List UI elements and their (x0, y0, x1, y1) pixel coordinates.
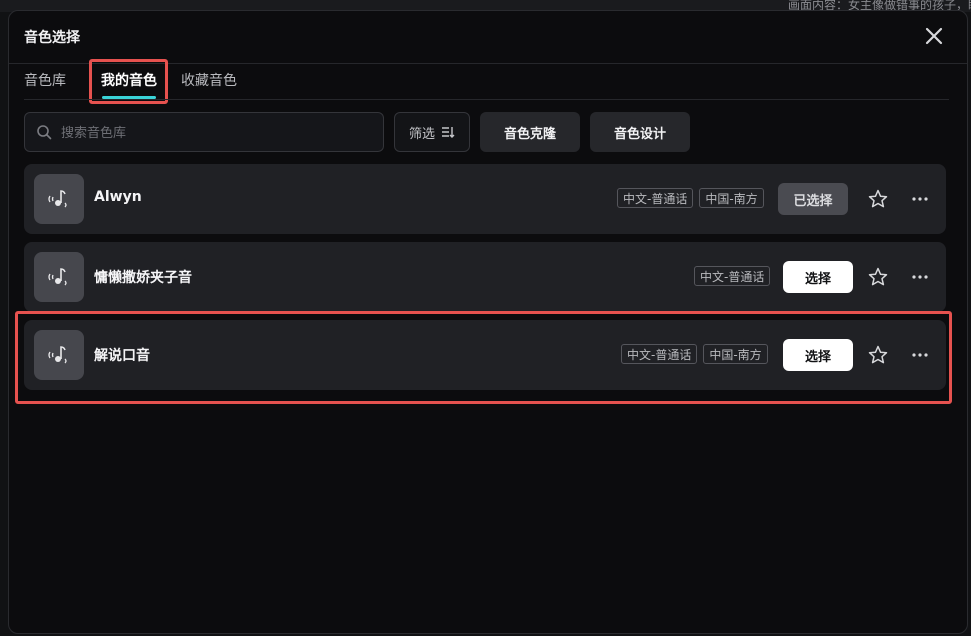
star-icon (868, 267, 888, 286)
filter-button[interactable]: 筛选 (394, 112, 470, 152)
voice-name: 慵懒撒娇夹子音 (94, 270, 192, 286)
select-label: 选择 (804, 349, 831, 365)
tab-bar: 音色库 我的音色 收藏音色 (24, 59, 261, 104)
favorite-button[interactable] (867, 188, 889, 210)
search-input[interactable] (59, 113, 363, 153)
tab-voice-library[interactable]: 音色库 (24, 71, 78, 99)
voice-avatar (34, 174, 84, 224)
voice-card[interactable]: Alwyn 中文-普通话 中国-南方 已选择 (24, 164, 946, 234)
tab-highlight-box (89, 59, 168, 104)
star-icon (868, 189, 888, 208)
voice-note-icon (48, 190, 67, 208)
toolbar: 筛选 音色克隆 音色设计 (24, 112, 944, 153)
voice-name: 解说口音 (94, 348, 150, 364)
tag-region: 中国-南方 (699, 188, 764, 208)
tag-language: 中文-普通话 (694, 266, 771, 286)
select-button[interactable]: 选择 (783, 261, 853, 293)
voice-avatar (34, 330, 84, 380)
star-icon (868, 345, 888, 364)
tag-language: 中文-普通话 (617, 188, 694, 208)
voice-tags: 中文-普通话 (694, 266, 771, 286)
more-options-button[interactable] (909, 344, 931, 366)
favorite-button[interactable] (867, 266, 889, 288)
selected-button[interactable]: 已选择 (778, 183, 848, 215)
filter-label: 筛选 (408, 126, 435, 142)
tab-favorite-voices[interactable]: 收藏音色 (181, 71, 249, 99)
voice-design-button[interactable]: 音色设计 (590, 112, 690, 152)
voice-card[interactable]: 解说口音 中文-普通话 中国-南方 选择 (24, 320, 946, 390)
voice-note-icon (48, 268, 67, 286)
tab-label: 收藏音色 (181, 73, 237, 89)
modal-title: 音色选择 (24, 30, 80, 46)
voice-card[interactable]: 慵懒撒娇夹子音 中文-普通话 选择 (24, 242, 946, 312)
close-button[interactable] (923, 25, 945, 47)
more-horizontal-icon (912, 275, 928, 279)
filter-sort-icon (442, 127, 455, 138)
voice-name: Alwyn (94, 189, 142, 205)
tab-my-voices[interactable]: 我的音色 (89, 59, 169, 104)
close-icon (925, 27, 943, 45)
more-options-button[interactable] (909, 188, 931, 210)
voice-tags: 中文-普通话 中国-南方 (621, 344, 768, 364)
voice-avatar (34, 252, 84, 302)
tag-region: 中国-南方 (703, 344, 768, 364)
favorite-button[interactable] (867, 344, 889, 366)
search-box (24, 112, 384, 153)
tab-label: 音色库 (24, 73, 66, 89)
voice-tags: 中文-普通话 中国-南方 (617, 188, 764, 208)
tag-language: 中文-普通话 (621, 344, 698, 364)
select-button[interactable]: 选择 (783, 339, 853, 371)
search-icon (37, 125, 52, 140)
voice-clone-label: 音色克隆 (503, 126, 556, 142)
voice-select-modal: 音色选择 音色库 我的音色 收藏音色 筛选 (8, 10, 968, 634)
select-label: 选择 (804, 271, 831, 287)
more-options-button[interactable] (909, 266, 931, 288)
select-label: 已选择 (793, 193, 833, 209)
more-horizontal-icon (912, 353, 928, 357)
more-horizontal-icon (912, 197, 928, 201)
voice-note-icon (48, 346, 67, 364)
voice-clone-button[interactable]: 音色克隆 (480, 112, 580, 152)
voice-design-label: 音色设计 (613, 126, 666, 142)
tabs-divider (24, 99, 949, 100)
